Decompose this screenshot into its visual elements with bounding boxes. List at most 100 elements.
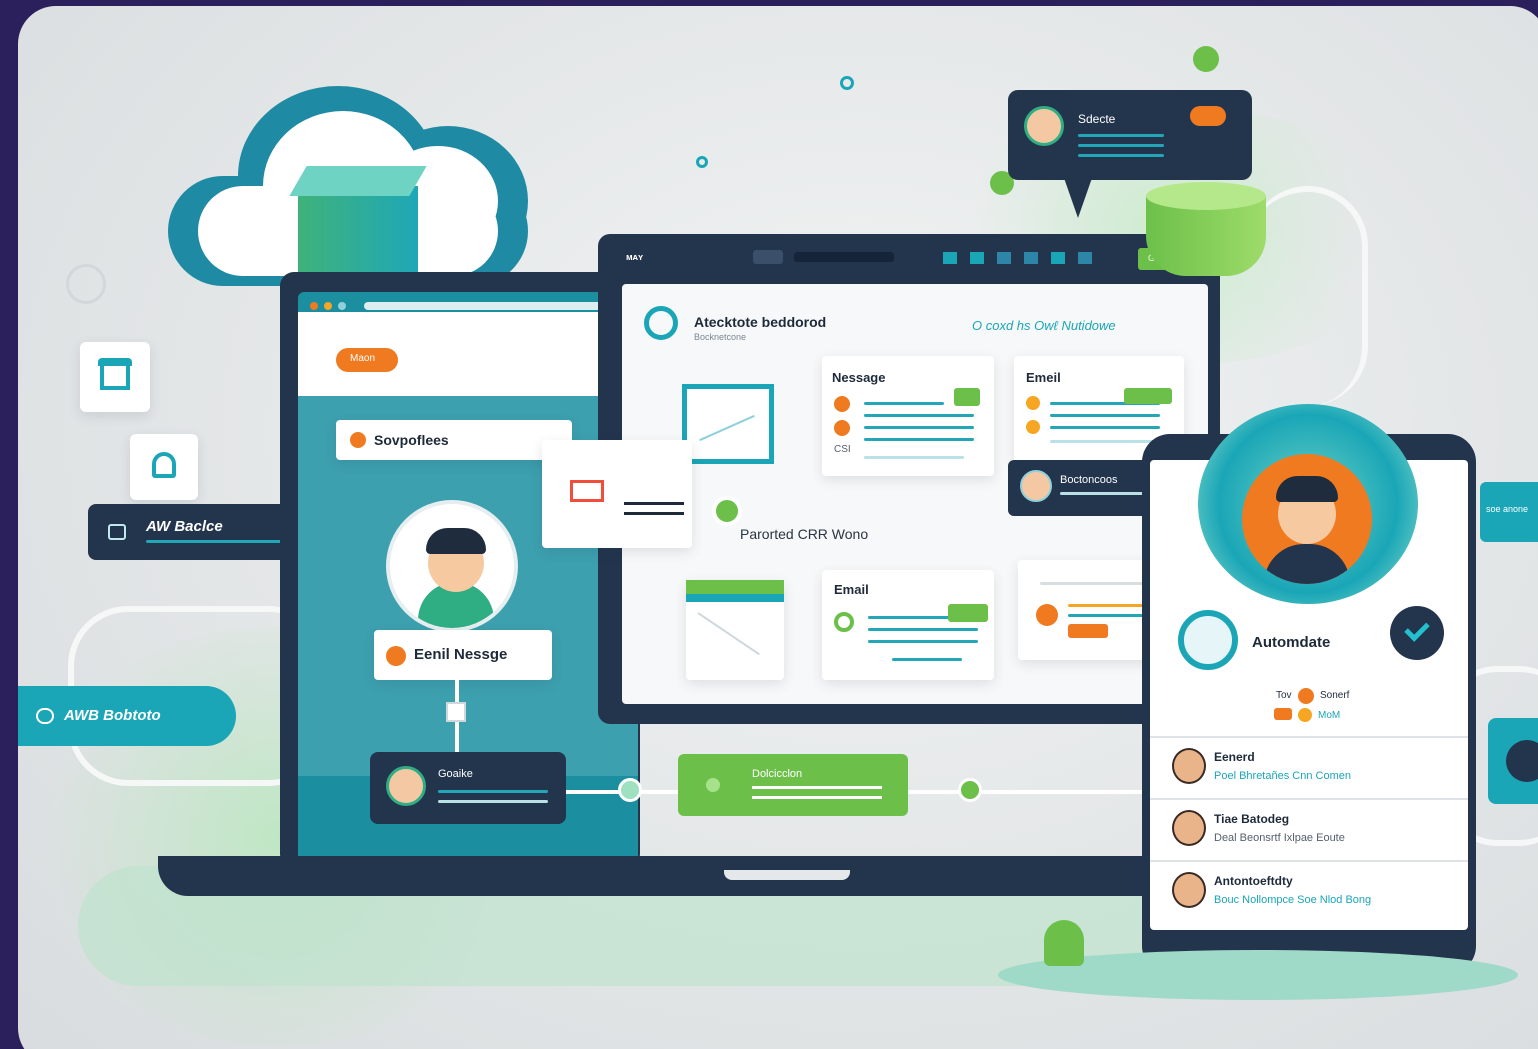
list-item[interactable]: Antontoeftdty Bouc Nollompce Soe Nlod Bo…	[1150, 860, 1468, 922]
contact-card-label: Boctoncoos	[1060, 474, 1118, 486]
filter-a[interactable]: Tov	[1276, 690, 1292, 701]
contact-avatar	[386, 766, 426, 806]
cube-icon	[298, 186, 418, 286]
email-card-bottom[interactable]: Email	[822, 570, 994, 680]
plane-icon	[1178, 610, 1238, 670]
confirm-button[interactable]	[1390, 606, 1444, 660]
message-card-title: Nessage	[832, 370, 886, 385]
bottom-card-label: Goaike	[438, 768, 473, 780]
list-item[interactable]: Tiae Batodeg Deal Beonsrtf Ixlpae Eoute	[1150, 798, 1468, 860]
toolbar-left-label: ᴍᴀʏ	[626, 252, 644, 262]
envelope-icon	[570, 480, 604, 502]
message-card[interactable]: Nessage CSI	[822, 356, 994, 476]
avatar	[386, 500, 518, 632]
toolbar-icon[interactable]	[1051, 252, 1065, 264]
bubble-toggle[interactable]	[1190, 106, 1226, 126]
window-subtitle: Bocknetcone	[694, 332, 747, 342]
contact-detail: Poel Bhretañes Cnn Comen	[1214, 770, 1351, 782]
item-icon	[1026, 420, 1040, 434]
contact-name: Eenerd	[1214, 750, 1255, 764]
plant-icon	[1044, 920, 1084, 966]
item-icon	[834, 420, 850, 436]
toolbar-icon[interactable]	[997, 252, 1011, 264]
green-status-card[interactable]: Dolcicclon	[678, 754, 908, 816]
right-edge-card[interactable]: soe anone	[1480, 482, 1538, 542]
wire-top-right	[1248, 186, 1368, 406]
illustration-canvas: AW Baclce AWB Bobtoto Maon Sovpoflees Ee…	[18, 6, 1538, 1049]
email-card-bottom-title: Email	[834, 582, 869, 597]
bank-tile[interactable]	[80, 342, 150, 412]
phone-avatar	[1242, 454, 1372, 584]
awb-pill[interactable]: AWB Bobtoto	[18, 686, 236, 746]
connector-node	[446, 702, 466, 722]
laptop-notch	[724, 870, 850, 880]
envelope-tile[interactable]	[542, 440, 692, 548]
window-dot	[324, 302, 332, 310]
filter-dot	[1298, 688, 1314, 704]
chart-tile[interactable]	[682, 384, 774, 464]
window-status: O coxd hs Oԝℓ Nutidowe	[972, 318, 1116, 333]
chat-bubble[interactable]: Sdecte	[1008, 90, 1252, 218]
status-dot	[706, 778, 720, 792]
email-card-top-title: Emeil	[1026, 370, 1061, 385]
flow-node	[618, 778, 642, 802]
item-icon	[1026, 396, 1040, 410]
cloud-icon	[168, 86, 548, 286]
search-icon	[66, 264, 106, 304]
chat-logo-icon	[644, 306, 678, 340]
window-dot	[338, 302, 346, 310]
workflow-node	[712, 496, 742, 526]
list-item[interactable]: Eenerd Poel Bhretañes Cnn Comen	[1150, 736, 1468, 798]
contact-list: Eenerd Poel Bhretañes Cnn Comen Tiae Bat…	[1150, 736, 1468, 926]
toolbar-icon[interactable]	[1078, 252, 1092, 264]
bottom-contact-card[interactable]: Goaike	[370, 752, 566, 824]
database-icon	[1146, 182, 1266, 276]
green-card-label: Dolcicclon	[752, 768, 803, 780]
contact-name: Tiae Batodeg	[1214, 812, 1290, 826]
check-icon	[1506, 740, 1538, 782]
phone: Automdate Tov Sonerf MoM Eenerd Poel Bhr…	[1142, 404, 1476, 974]
maon-badge[interactable]: Maon	[336, 348, 398, 372]
item-icon	[834, 612, 854, 632]
services-row[interactable]: Sovpoflees	[336, 420, 572, 460]
contact-detail: Bouc Nollompce Soe Nlod Bong	[1214, 894, 1372, 906]
filter-chip	[1274, 708, 1292, 720]
phone-app-title: Automdate	[1252, 634, 1331, 651]
toolbar-icon[interactable]	[943, 252, 957, 264]
main-window: ᴍᴀʏ GTEC IG Atecktote beddorod Bocknetco…	[542, 234, 1220, 724]
aw-chip-label: AW Baclce	[146, 518, 223, 535]
contact-avatar	[1172, 748, 1206, 784]
toolbar-icon[interactable]	[1024, 252, 1038, 264]
bubble-avatar	[1024, 106, 1064, 146]
item-icon	[1036, 604, 1058, 626]
contact-name: Antontoeftdty	[1214, 874, 1293, 888]
workflow-label: Parorted CRR Wono	[740, 526, 869, 542]
filter-c[interactable]: MoM	[1318, 710, 1340, 721]
services-label: Sovpoflees	[374, 432, 449, 448]
float-dot	[696, 156, 708, 168]
email-message-card[interactable]: Eenil Nessge	[374, 630, 552, 680]
flow-node	[958, 778, 982, 802]
message-card-side: CSI	[834, 444, 851, 455]
filter-b[interactable]: Sonerf	[1320, 690, 1349, 701]
right-edge-check[interactable]	[1488, 718, 1538, 804]
bell-tile[interactable]	[130, 434, 198, 500]
window-dot	[310, 302, 318, 310]
laptop-base	[158, 856, 1178, 896]
bank-icon	[100, 364, 130, 390]
float-dot	[1193, 46, 1219, 72]
email-card-tag	[1124, 388, 1172, 404]
services-icon	[350, 432, 366, 448]
item-icon	[834, 396, 850, 412]
inbox-tile[interactable]	[686, 580, 784, 680]
toolbar-icon[interactable]	[970, 252, 984, 264]
right-edge-label: soe anone	[1486, 504, 1529, 514]
main-content: Atecktote beddorod Bocknetcone O coxd hs…	[542, 284, 1208, 704]
message-card-tag	[954, 388, 980, 406]
window-title: Atecktote beddorod	[694, 314, 827, 330]
contact-avatar	[1172, 810, 1206, 846]
message-icon	[386, 646, 406, 666]
contact-detail: Deal Beonsrtf Ixlpae Eoute	[1214, 832, 1345, 844]
email-message-label: Eenil Nessge	[414, 646, 508, 663]
contact-avatar	[1020, 470, 1052, 502]
